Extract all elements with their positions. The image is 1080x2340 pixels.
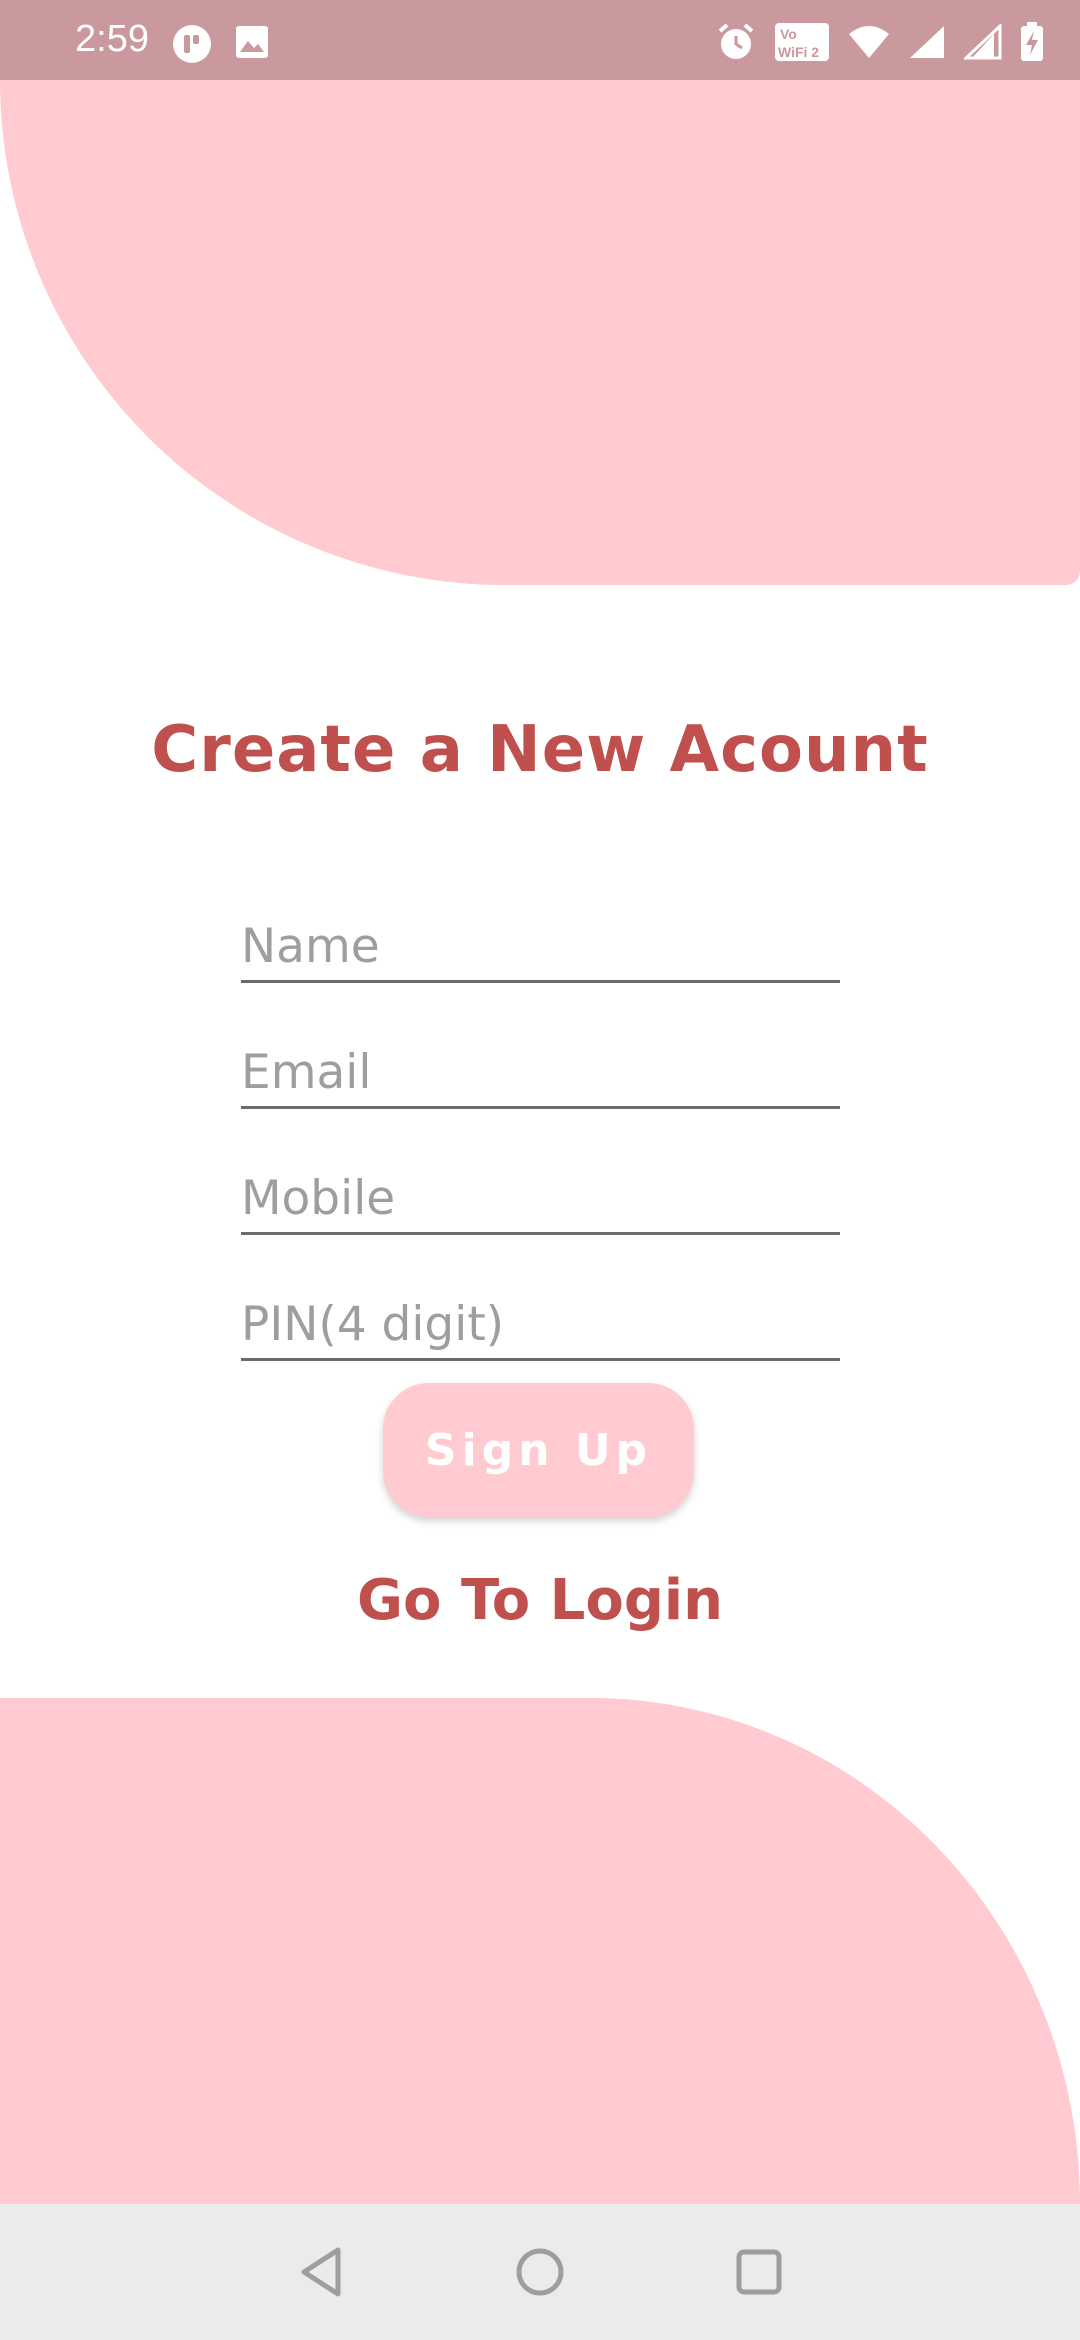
decorative-top-shape	[0, 80, 1080, 585]
back-icon[interactable]	[292, 2240, 356, 2304]
name-input[interactable]	[241, 919, 840, 974]
image-icon	[236, 26, 268, 58]
app-notification-icon	[173, 25, 211, 63]
status-bar: 2:59 Vo WiFi 2	[0, 0, 1080, 80]
pin-input[interactable]	[241, 1297, 840, 1352]
name-field-container	[241, 910, 840, 983]
sign-up-button[interactable]: Sign Up	[383, 1383, 694, 1517]
pin-field-container	[241, 1288, 840, 1361]
decorative-bottom-shape	[0, 1698, 1080, 2204]
status-time: 2:59	[75, 18, 149, 60]
signal-2-icon	[964, 24, 1002, 60]
wifi-icon	[849, 26, 889, 58]
vowifi-label-top: Vo	[780, 26, 797, 42]
email-field-container	[241, 1036, 840, 1109]
vowifi-icon: Vo WiFi 2	[775, 23, 829, 61]
mobile-field-container	[241, 1162, 840, 1235]
go-to-login-link[interactable]: Go To Login	[0, 1568, 1080, 1633]
email-input[interactable]	[241, 1045, 840, 1100]
vowifi-label-bottom: WiFi 2	[778, 44, 819, 60]
alarm-icon	[718, 23, 754, 59]
signal-icon	[910, 26, 944, 58]
battery-charging-icon	[1021, 22, 1043, 61]
mobile-input[interactable]	[241, 1171, 840, 1226]
signup-screen: 2:59 Vo WiFi 2 Create a New Acount Name …	[0, 0, 1080, 2340]
recents-icon[interactable]	[727, 2240, 791, 2304]
navigation-bar	[0, 2204, 1080, 2340]
page-title: Create a New Acount	[151, 713, 929, 787]
home-icon[interactable]	[508, 2240, 572, 2304]
